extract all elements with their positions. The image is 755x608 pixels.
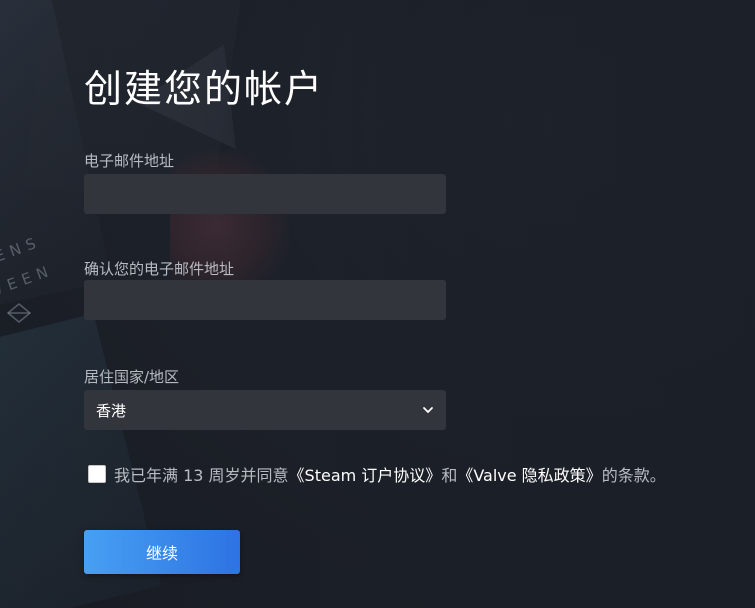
confirm-email-label: 确认您的电子邮件地址 <box>84 260 235 278</box>
email-label: 电子邮件地址 <box>84 152 175 170</box>
create-account-page: ENS WEEN 创建您的帐户 电子邮件地址 确认您的电子邮件地址 居住国家/地… <box>0 0 755 608</box>
artwork-lettering: WEEN <box>0 260 57 302</box>
agreement-row: 我已年满 13 周岁并同意 《Steam 订户协议》 和 《Valve 隐私政策… <box>88 462 666 486</box>
agreement-checkbox[interactable] <box>88 465 106 483</box>
valve-privacy-policy-link[interactable]: 《Valve 隐私政策》 <box>457 462 601 486</box>
steam-subscriber-agreement-link[interactable]: 《Steam 订户协议》 <box>289 462 442 486</box>
artwork-lettering: ENS <box>0 232 44 266</box>
agreement-joiner: 和 <box>441 466 458 485</box>
page-title: 创建您的帐户 <box>84 67 325 111</box>
country-select[interactable]: 香港 <box>84 390 446 430</box>
country-label: 居住国家/地区 <box>84 368 180 386</box>
email-field[interactable] <box>84 174 446 214</box>
chevron-down-icon <box>423 407 433 413</box>
agreement-text: 我已年满 13 周岁并同意 <box>114 466 289 485</box>
confirm-email-field[interactable] <box>84 280 446 320</box>
continue-button[interactable]: 继续 <box>84 530 240 574</box>
agreement-suffix: 的条款。 <box>601 466 666 485</box>
artwork-symbol-icon <box>6 303 32 323</box>
country-selected-value: 香港 <box>96 401 127 420</box>
